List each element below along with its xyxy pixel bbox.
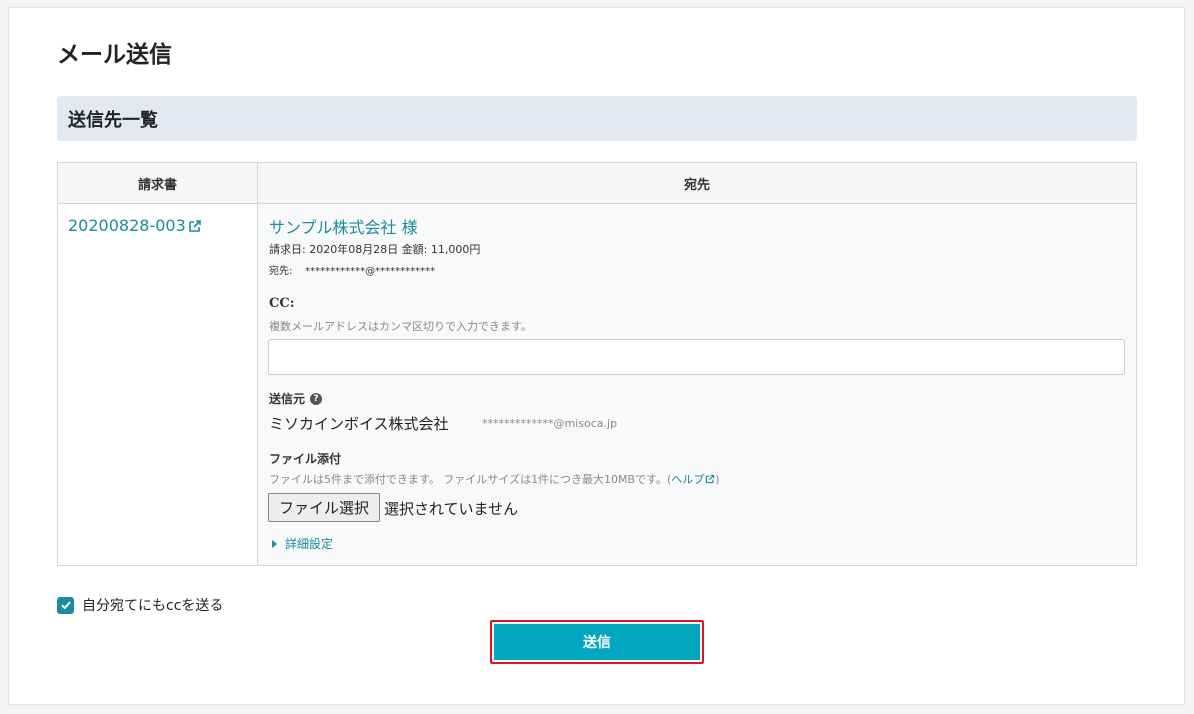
cc-help-text: 複数メールアドレスはカンマ区切りで入力できます。 [269, 320, 532, 333]
invoice-meta: 請求日: 2020年08月28日 金額: 11,000円 [269, 243, 481, 256]
cc-self-label: 自分宛てにもccを送る [82, 598, 224, 614]
advanced-settings-label: 詳細設定 [285, 537, 334, 551]
recipient-cell: サンプル株式会社 様 請求日: 2020年08月28日 金額: 11,000円 … [258, 204, 1136, 565]
section-header-recipient-list: 送信先一覧 [57, 96, 1137, 141]
recipient-address: 宛先: ************@************ [269, 266, 436, 277]
advanced-settings-toggle[interactable]: 詳細設定 [272, 535, 333, 552]
file-status: 選択されていません [384, 500, 519, 518]
sender-email: *************@misoca.jp [482, 417, 618, 430]
invoice-number: 20200828-003 [68, 216, 186, 235]
column-header-invoice: 請求書 [58, 163, 258, 203]
sender-label: 送信元 ? [269, 390, 323, 407]
section-title: 送信先一覧 [68, 109, 158, 131]
file-select-button[interactable]: ファイル選択 [268, 493, 380, 522]
attachment-help-close: ) [715, 473, 720, 486]
sender-name: ミソカインボイス株式会社 [269, 415, 449, 433]
sender-label-text: 送信元 [269, 392, 306, 406]
attachment-help-text: ファイルは5件まで添付できます。 ファイルサイズは1件につき最大10MBです。( [269, 473, 672, 486]
question-icon[interactable]: ? [310, 392, 323, 405]
invoice-cell: 20200828-003 [58, 204, 258, 565]
invoice-link[interactable]: 20200828-003 [68, 216, 202, 235]
checkmark-icon [60, 601, 71, 610]
attachment-help: ファイルは5件まで添付できます。 ファイルサイズは1件につき最大10MBです。(… [269, 471, 720, 487]
page-title: メール送信 [57, 42, 172, 68]
send-button[interactable]: 送信 [494, 624, 700, 660]
caret-right-icon [272, 539, 277, 548]
mail-send-card: メール送信 送信先一覧 請求書 宛先 20200828-003 サンプル株式会社… [8, 7, 1185, 705]
external-link-icon [188, 219, 201, 232]
recipient-table: 請求書 宛先 20200828-003 サンプル株式会社 様 請求日: 2020… [57, 162, 1137, 566]
recipient-company: サンプル株式会社 様 [269, 218, 418, 237]
cc-self-option[interactable]: 自分宛てにもccを送る [57, 595, 223, 615]
attachment-label: ファイル添付 [269, 452, 342, 466]
help-link[interactable]: ヘルプ [671, 473, 715, 486]
send-button-highlight: 送信 [490, 620, 704, 664]
cc-self-checkbox[interactable] [57, 596, 74, 614]
table-header-row: 請求書 宛先 [58, 163, 1136, 204]
cc-input[interactable] [268, 339, 1125, 375]
external-link-icon [706, 474, 715, 484]
cc-label: CC: [269, 296, 295, 311]
help-link-label: ヘルプ [671, 473, 705, 486]
column-header-recipient: 宛先 [683, 177, 710, 193]
